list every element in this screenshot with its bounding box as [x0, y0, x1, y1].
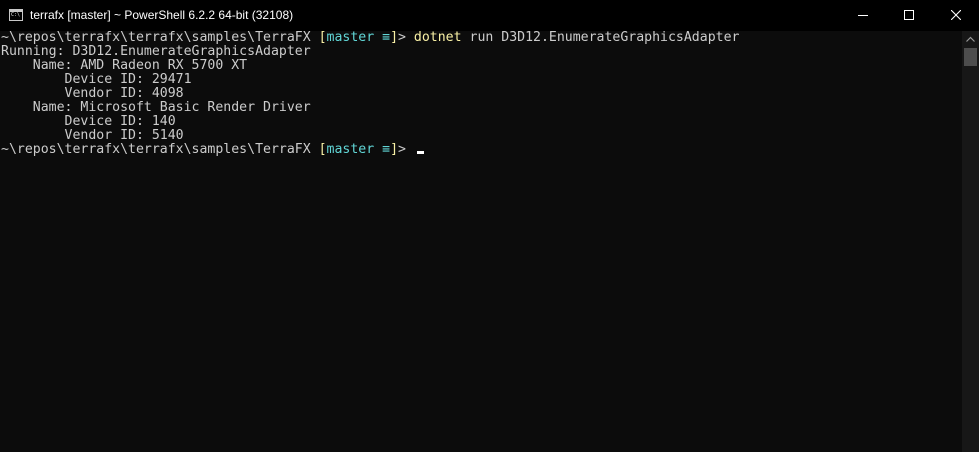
- title-bar[interactable]: terrafx [master] ~ PowerShell 6.2.2 64-b…: [0, 0, 979, 31]
- prompt-gt: >: [398, 30, 414, 45]
- prompt-status: ≡: [382, 142, 391, 157]
- close-button[interactable]: [933, 0, 979, 31]
- prompt-path: ~\repos\terrafx\terrafx\samples\TerraFX: [1, 142, 319, 157]
- prompt-status: ≡: [382, 30, 391, 45]
- command-args: run D3D12.EnumerateGraphicsAdapter: [461, 30, 740, 45]
- output-line: Running: D3D12.EnumerateGraphicsAdapter: [1, 44, 311, 59]
- output-line: Name: AMD Radeon RX 5700 XT: [1, 58, 248, 73]
- vertical-scrollbar[interactable]: [962, 31, 979, 452]
- prompt-line: ~\repos\terrafx\terrafx\samples\TerraFX …: [1, 143, 424, 157]
- prompt-branch: master: [326, 30, 383, 45]
- output-line: Name: Microsoft Basic Render Driver: [1, 100, 311, 115]
- prompt-line: ~\repos\terrafx\terrafx\samples\TerraFX …: [1, 31, 739, 45]
- output-line: Vendor ID: 5140: [1, 128, 184, 143]
- close-icon: [951, 10, 961, 20]
- scroll-up-button[interactable]: [962, 31, 979, 48]
- prompt-open-bracket: [: [318, 30, 327, 45]
- output-line: Vendor ID: 4098: [1, 86, 184, 101]
- command-name: dotnet: [413, 30, 462, 45]
- console-output[interactable]: ~\repos\terrafx\terrafx\samples\TerraFX …: [0, 31, 962, 452]
- minimize-icon: [858, 15, 868, 16]
- text-cursor: [416, 151, 424, 154]
- output-line: Device ID: 29471: [1, 72, 192, 87]
- prompt-open-bracket: [: [318, 142, 327, 157]
- prompt-gt: >: [398, 142, 414, 157]
- output-line: Device ID: 140: [1, 114, 176, 129]
- console-icon[interactable]: [9, 9, 23, 21]
- minimize-button[interactable]: [840, 0, 886, 31]
- prompt-close-bracket: ]: [390, 142, 399, 157]
- window-title: terrafx [master] ~ PowerShell 6.2.2 64-b…: [30, 8, 294, 22]
- maximize-icon: [904, 10, 914, 20]
- chevron-up-icon: [966, 36, 975, 42]
- scrollbar-thumb[interactable]: [964, 48, 977, 66]
- prompt-path: ~\repos\terrafx\terrafx\samples\TerraFX: [1, 30, 319, 45]
- maximize-button[interactable]: [886, 0, 932, 31]
- prompt-close-bracket: ]: [390, 30, 399, 45]
- powershell-window: terrafx [master] ~ PowerShell 6.2.2 64-b…: [0, 0, 979, 452]
- prompt-branch: master: [326, 142, 383, 157]
